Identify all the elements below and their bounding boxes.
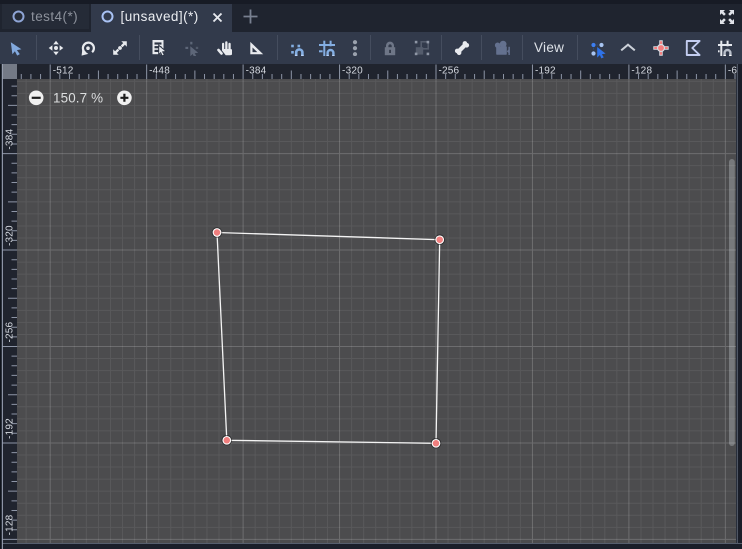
svg-text:150.7 %: 150.7 % xyxy=(53,91,103,106)
svg-text:-192: -192 xyxy=(535,66,556,77)
svg-text:-512: -512 xyxy=(53,66,74,77)
svg-text:-384: -384 xyxy=(5,129,16,150)
svg-text:-128: -128 xyxy=(5,514,16,535)
svg-text:-320: -320 xyxy=(342,66,363,77)
svg-text:-384: -384 xyxy=(246,66,267,77)
svg-text:-256: -256 xyxy=(439,66,460,77)
svg-text:-192: -192 xyxy=(5,418,16,439)
svg-text:-320: -320 xyxy=(5,225,16,246)
svg-text:-128: -128 xyxy=(631,66,652,77)
svg-text:-448: -448 xyxy=(149,66,170,77)
svg-text:-256: -256 xyxy=(5,321,16,342)
